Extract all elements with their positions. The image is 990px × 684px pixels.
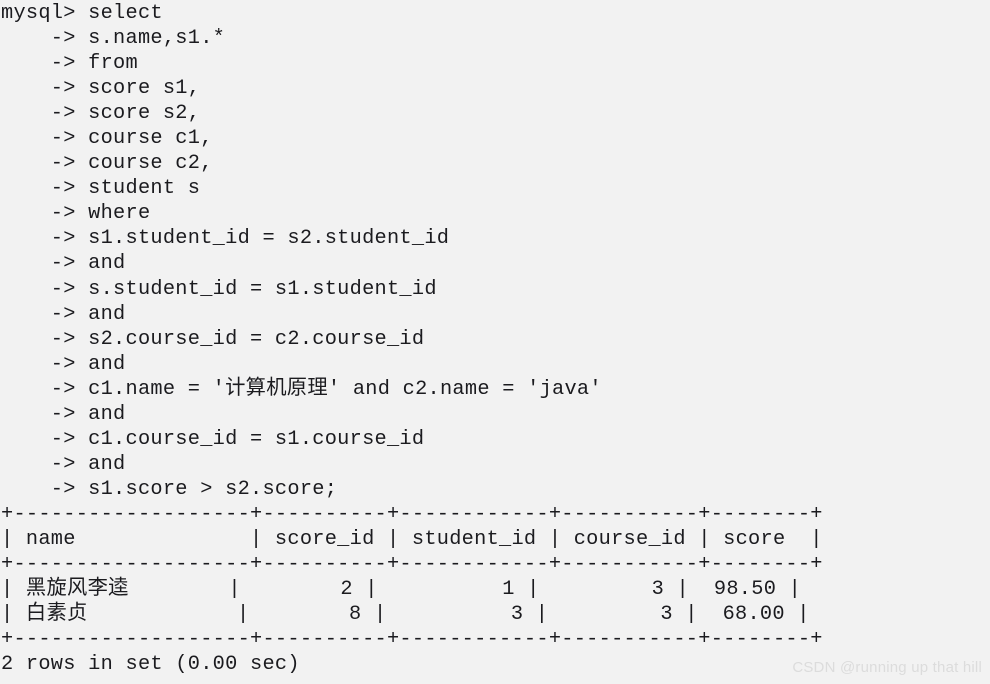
console-output: mysql> select -> s.name,s1.* -> from -> … [1, 2, 823, 677]
mysql-terminal-window: mysql> select -> s.name,s1.* -> from -> … [0, 0, 990, 684]
csdn-watermark: CSDN @running up that hill [792, 659, 982, 676]
